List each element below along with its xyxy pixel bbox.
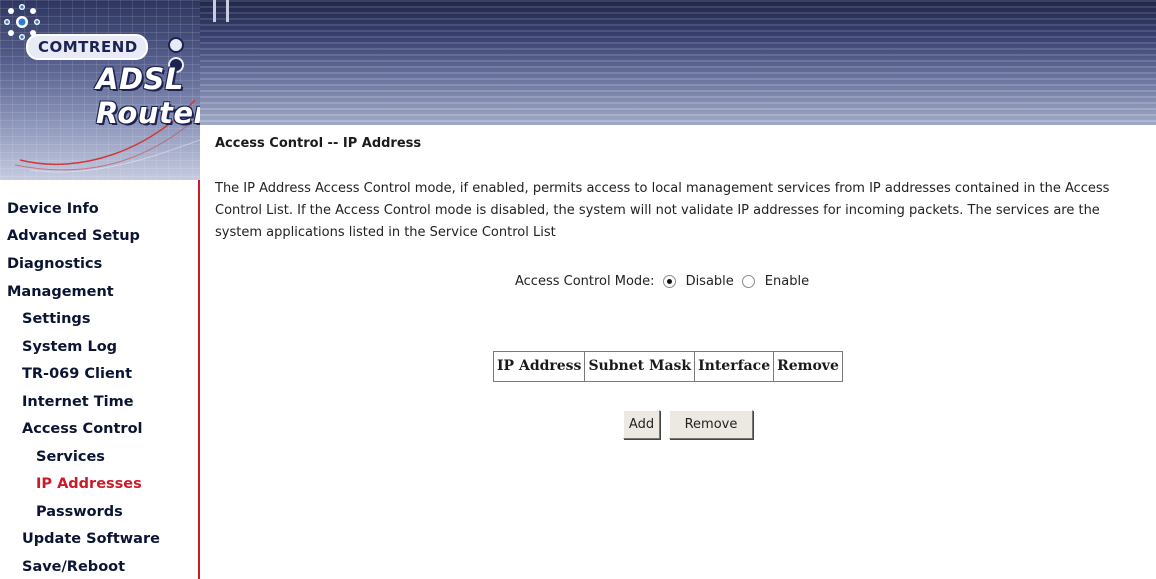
page-title: Access Control -- IP Address [215,136,422,151]
nav-ip-addresses[interactable]: IP Addresses [36,476,142,492]
nav-internet-time[interactable]: Internet Time [22,394,134,410]
nav-services[interactable]: Services [36,449,105,465]
sidebar-nav: Device Info Advanced Setup Diagnostics M… [0,180,200,579]
nav-settings[interactable]: Settings [22,311,90,327]
nav-access-control[interactable]: Access Control [22,421,143,437]
disable-radio[interactable] [662,275,676,288]
banner-divider [226,0,229,22]
column-remove: Remove [773,351,843,382]
banner-stripes [200,0,1156,125]
column-subnet-mask: Subnet Mask [584,351,696,382]
nav-diagnostics[interactable]: Diagnostics [7,256,102,272]
page-description: The IP Address Access Control mode, if e… [215,181,1110,240]
nav-management[interactable]: Management [7,284,114,300]
brand-name: COMTREND [26,34,148,60]
nav-update-software[interactable]: Update Software [22,531,160,547]
nav-passwords[interactable]: Passwords [36,504,123,520]
enable-radio-label: Enable [764,274,810,289]
column-interface: Interface [694,351,775,382]
table-header-row: IP Address Subnet Mask Interface Remove [492,351,843,382]
product-name: ADSL Router [96,62,200,130]
nav-system-log[interactable]: System Log [22,339,117,355]
access-control-mode-row: Access Control Mode: Disable Enable [515,274,809,289]
nav-tr069-client[interactable]: TR-069 Client [22,366,132,382]
logo-panel: COMTREND ADSL Router [0,0,200,180]
add-button[interactable]: Add [623,410,660,439]
column-ip-address: IP Address [492,351,586,382]
banner-divider [213,0,216,22]
nav-save-reboot[interactable]: Save/Reboot [22,559,125,575]
remove-button[interactable]: Remove [669,410,753,439]
access-control-list-table: IP Address Subnet Mask Interface Remove [492,351,843,382]
brand-dot [168,37,184,53]
nav-advanced-setup[interactable]: Advanced Setup [7,228,140,244]
access-control-mode-label: Access Control Mode: [515,274,655,289]
nav-device-info[interactable]: Device Info [7,201,99,217]
enable-radio[interactable] [741,275,755,288]
disable-radio-label: Disable [685,274,734,289]
